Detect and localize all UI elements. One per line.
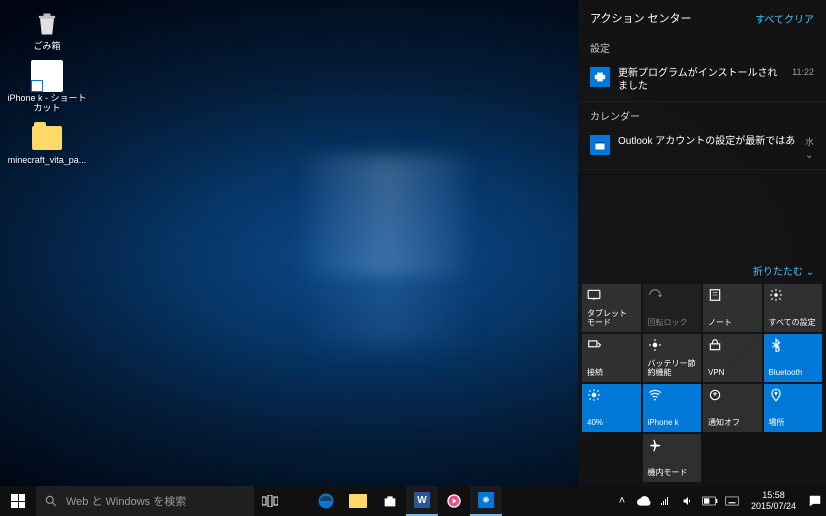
quick-action-bluetooth[interactable]: Bluetooth: [764, 334, 823, 382]
quick-action-label: 接続: [587, 369, 636, 378]
quick-actions-grid: タブレット モード回転ロック ノート すべての設定接続 バッテリー節約機能 VPN Blu…: [578, 284, 826, 486]
quick-action-wifi[interactable]: iPhone k: [643, 384, 702, 432]
quick-action-battery-saver[interactable]: バッテリー節約機能: [643, 334, 702, 382]
desktop-icon-recycle-bin[interactable]: ごみ箱: [2, 4, 92, 56]
quick-action-label: 機内モード: [648, 469, 697, 478]
quick-action-label: Bluetooth: [769, 369, 818, 378]
notification-item[interactable]: 更新プログラムがインストールされました 11:22: [578, 59, 826, 102]
quick-action-label: iPhone k: [648, 419, 697, 428]
rotation-icon: [648, 288, 662, 302]
quick-action-connect[interactable]: 接続: [582, 334, 641, 382]
quick-action-label: 40%: [587, 419, 636, 428]
taskbar-app-store[interactable]: [374, 486, 406, 516]
quick-action-label: バッテリー節約機能: [648, 360, 697, 378]
gear-icon: [590, 67, 610, 87]
connect-icon: [587, 338, 601, 352]
desktop-icon-label: iPhone k - ショートカット: [7, 94, 87, 114]
taskbar-pinned-apps: W: [310, 486, 502, 516]
settings-icon: [769, 288, 783, 302]
quick-action-label: 通知オフ: [708, 419, 757, 428]
brightness-icon: [587, 388, 601, 402]
note-icon: [708, 288, 722, 302]
desktop-icon-shortcut[interactable]: iPhone k - ショートカット: [2, 56, 92, 118]
search-icon: [44, 494, 58, 508]
tablet-icon: [587, 288, 601, 302]
quick-action-note[interactable]: ノート: [703, 284, 762, 332]
quick-action-label: 回転ロック: [648, 319, 697, 328]
vpn-icon: [708, 338, 722, 352]
notification-item[interactable]: Outlook アカウントの設定が最新ではあ 水 ⌄: [578, 127, 826, 170]
notification-text: Outlook アカウントの設定が最新ではあ: [618, 135, 797, 148]
search-input[interactable]: Web と Windows を検索: [36, 486, 254, 516]
section-title-calendar: カレンダー: [578, 102, 826, 127]
taskbar-app-edge[interactable]: [310, 486, 342, 516]
gear-icon: [478, 492, 494, 508]
taskbar-app-explorer[interactable]: [342, 486, 374, 516]
system-tray: ˄ 15:58 2015/07/24: [611, 486, 826, 516]
notification-text: 更新プログラムがインストールされました: [618, 67, 784, 93]
section-title-settings: 設定: [578, 34, 826, 59]
music-icon: [446, 493, 462, 509]
task-view-icon: [262, 495, 278, 507]
quick-action-label: VPN: [708, 369, 757, 378]
taskbar: Web と Windows を検索 W ˄ 15:58 2015/07/24: [0, 486, 826, 516]
start-button[interactable]: [0, 486, 36, 516]
windows-logo-icon: [11, 494, 25, 508]
search-placeholder: Web と Windows を検索: [66, 493, 186, 509]
battery-saver-icon: [648, 338, 662, 352]
recycle-bin-icon: [31, 8, 63, 40]
tray-keyboard-icon[interactable]: [721, 486, 743, 516]
quick-action-settings[interactable]: すべての設定: [764, 284, 823, 332]
task-view-button[interactable]: [254, 486, 286, 516]
notification-time: 11:22: [792, 67, 814, 77]
word-icon: W: [414, 492, 430, 508]
desktop-icon-label: minecraft_vita_pa...: [8, 156, 87, 166]
tray-action-center-icon[interactable]: [804, 486, 826, 516]
clock-time: 15:58: [751, 490, 796, 501]
taskbar-clock[interactable]: 15:58 2015/07/24: [743, 490, 804, 512]
tray-battery-icon[interactable]: [699, 486, 721, 516]
bluetooth-icon: [769, 338, 783, 352]
quick-action-label: タブレット モード: [587, 310, 636, 328]
quick-action-rotation: 回転ロック: [643, 284, 702, 332]
tray-network-icon[interactable]: [655, 486, 677, 516]
chevron-down-icon[interactable]: ⌄: [805, 150, 814, 161]
wifi-icon: [648, 388, 662, 402]
quick-action-quiet[interactable]: 通知オフ: [703, 384, 762, 432]
clear-all-button[interactable]: すべてクリア: [755, 11, 814, 26]
calendar-icon: [590, 135, 610, 155]
folder-icon: [31, 122, 63, 154]
quick-action-vpn[interactable]: VPN: [703, 334, 762, 382]
quick-action-airplane[interactable]: 機内モード: [643, 434, 702, 482]
taskbar-app-settings[interactable]: [470, 486, 502, 516]
desktop-icon-label: ごみ箱: [33, 42, 60, 52]
tray-chevron-up-icon[interactable]: ˄: [611, 486, 633, 516]
location-icon: [769, 388, 783, 402]
store-icon: [382, 493, 398, 509]
quick-action-label: 場所: [769, 419, 818, 428]
taskbar-app-word[interactable]: W: [406, 486, 438, 516]
edge-icon: [317, 492, 335, 510]
quick-action-location[interactable]: 場所: [764, 384, 823, 432]
quick-action-label: ノート: [708, 319, 757, 328]
quick-action-label: すべての設定: [769, 319, 818, 328]
quick-action-brightness[interactable]: 40%: [582, 384, 641, 432]
airplane-icon: [648, 438, 662, 452]
quiet-icon: [708, 388, 722, 402]
quick-action-tablet[interactable]: タブレット モード: [582, 284, 641, 332]
desktop-icon-folder[interactable]: minecraft_vita_pa...: [2, 118, 92, 170]
notification-time: 水: [805, 135, 814, 148]
collapse-button[interactable]: 折りたたむ ⌄: [578, 257, 826, 284]
tray-volume-icon[interactable]: [677, 486, 699, 516]
shortcut-icon: [31, 60, 63, 92]
action-center-panel: アクション センター すべてクリア 設定 更新プログラムがインストールされました…: [578, 0, 826, 486]
taskbar-app-itunes[interactable]: [438, 486, 470, 516]
chevron-down-icon: ⌄: [806, 267, 814, 278]
action-center-title: アクション センター: [590, 10, 692, 26]
folder-icon: [349, 494, 367, 508]
clock-date: 2015/07/24: [751, 501, 796, 512]
tray-onedrive-icon[interactable]: [633, 486, 655, 516]
